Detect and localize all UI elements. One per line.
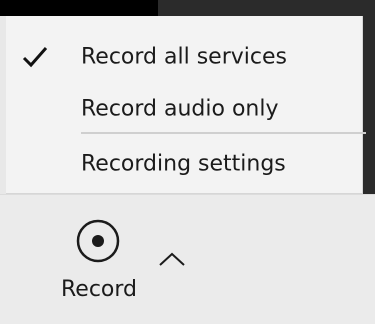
menu-item-label: Recording settings: [81, 151, 286, 177]
record-options-menu: Record all services Record audio only Re…: [6, 16, 366, 194]
checkmark-icon: [22, 47, 48, 68]
menu-item-recording-settings[interactable]: Recording settings: [6, 138, 363, 190]
menu-item-record-audio-only[interactable]: Record audio only: [6, 83, 363, 135]
menu-item-label: Record all services: [81, 44, 287, 70]
menu-item-label: Record audio only: [81, 96, 279, 122]
chevron-up-icon: [159, 252, 185, 266]
expand-record-options-button[interactable]: [152, 245, 192, 275]
menu-item-record-all-services[interactable]: Record all services: [6, 31, 363, 83]
bottom-toolbar: Record: [0, 194, 375, 324]
background-edge: [363, 0, 375, 200]
record-icon: [76, 219, 120, 263]
background-strip: [0, 0, 375, 16]
menu-separator: [81, 132, 366, 134]
record-label: Record: [60, 277, 137, 302]
background-strip-left: [0, 0, 158, 16]
record-button[interactable]: Record: [40, 211, 158, 315]
